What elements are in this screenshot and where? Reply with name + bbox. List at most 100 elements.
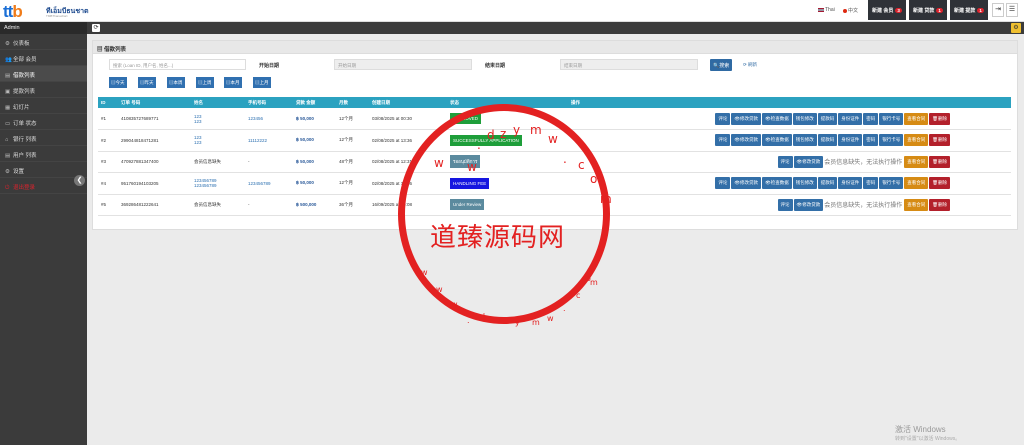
watermark-char: . [563,152,567,166]
delete-button[interactable]: 🗑删除 [929,198,950,211]
view-contract-button[interactable]: 查看合同 [904,198,929,211]
wallet-edit-button[interactable]: 钱包修改 [792,112,817,125]
delete-button[interactable]: 🗑删除 [929,155,950,168]
sidebar-item-members[interactable]: 👥全部 会员 [0,50,87,66]
view-data-button[interactable]: 👁检查数据 [762,177,792,190]
sub-bar: ⟳ ⚙ [87,22,1024,34]
sidebar-collapse-icon[interactable]: ❮ [74,175,85,186]
view-contract-button[interactable]: 查看合同 [904,177,929,190]
id-card-button[interactable]: 身份证件 [838,112,863,125]
list-icon: ▤ [5,73,11,79]
password-button[interactable]: 密码 [863,177,879,190]
comment-button[interactable]: 评论 [715,112,731,125]
cell-id: #5 [98,194,118,216]
cell-amount: ฿ 500,000 [293,194,336,216]
new-withdraw-button[interactable]: 新建 提款 1 [950,0,988,20]
cell-name[interactable]: 123 123 [191,108,245,130]
end-date-input[interactable]: 结束日期 [560,59,698,70]
withdraw-code-button[interactable]: 提款码 [817,134,838,147]
exit-icon[interactable]: ⇥ [992,3,1004,17]
search-input[interactable]: 搜索 (Loan ID, 用户名, 姓名...) [109,59,246,70]
start-date-input[interactable]: 开始日期 [334,59,472,70]
new-loan-button[interactable]: 新建 贷款 1 [909,0,947,20]
new-withdraw-count: 1 [977,8,984,13]
edit-loan-button[interactable]: 👁修改贷款 [793,198,824,211]
cell-amount: ฿ 50,000 [293,172,336,195]
password-button[interactable]: 密码 [863,134,879,147]
sidebar-item-order-status[interactable]: ▭ 订单 状态 [0,114,87,130]
comment-button[interactable]: 评论 [777,198,793,211]
watermark-char: w [451,300,458,309]
cell-order-no: 410835727689771 [118,108,191,130]
comment-button[interactable]: 评论 [777,155,793,168]
comment-button[interactable]: 评论 [715,177,731,190]
cell-name: 会员信息缺失 [191,194,245,216]
quick-last-month-button[interactable]: ▤上月 [253,77,271,88]
password-button[interactable]: 密码 [863,112,879,125]
sidebar-item-loans[interactable]: ▤ 借款列表 [0,66,87,82]
quick-this-month-button[interactable]: ▤本月 [224,77,242,88]
id-card-button[interactable]: 身份证件 [838,177,863,190]
col-name: 姓名 [191,97,245,108]
quick-today-button[interactable]: ▤今天 [109,77,127,88]
cell-name[interactable]: 123 123 [191,129,245,152]
delete-button[interactable]: 🗑删除 [929,112,950,125]
refresh-icon[interactable]: ⟳ [92,24,100,32]
quick-this-week-button[interactable]: ▤本周 [167,77,185,88]
cell-name: 会员信息缺失 [191,151,245,173]
view-contract-button[interactable]: 查看合同 [904,155,929,168]
watermark-char: w [547,314,554,323]
lang-thai[interactable]: Thai [818,7,835,13]
col-months: 月数 [336,97,369,108]
cell-months: 12个月 [336,108,369,130]
menu-icon[interactable]: ☰ [1006,3,1018,17]
edit-loan-button[interactable]: 👁修改贷款 [731,112,762,125]
cell-phone: 123456 [245,108,293,130]
gear-icon: ⚙ [5,169,10,175]
sidebar: Admin ⚙ 仪表板 👥全部 会员 ▤ 借款列表 ▣ 提款列表 ▦ 幻灯片 ▭ 订单 状… [0,22,87,445]
sidebar-item-settings[interactable]: ⚙ 设置 [0,162,87,178]
table-header-row: ID 订单 号码 姓名 手机号码 贷款 金额 月数 创建日期 状态 操作 [98,97,1011,108]
watermark-char: y [513,123,521,137]
cell-amount: ฿ 50,000 [293,108,336,130]
sidebar-item-withdrawals[interactable]: ▣ 提款列表 [0,82,87,98]
view-data-button[interactable]: 👁检查数据 [762,112,792,125]
id-card-button[interactable]: 身份证件 [838,134,863,147]
watermark-char: m [600,192,612,206]
search-button[interactable]: 🔍搜索 [710,59,733,71]
edit-loan-button[interactable]: 👁修改贷款 [731,177,762,190]
withdraw-code-button[interactable]: 提款码 [817,112,838,125]
edit-loan-button[interactable]: 👁修改贷款 [731,134,762,147]
panel-title: ▤ 借款列表 [93,41,1017,54]
delete-button[interactable]: 🗑删除 [929,134,950,147]
china-flag-icon [843,8,847,13]
comment-button[interactable]: 评论 [715,134,731,147]
cell-actions: 评论 👁修改贷款 👁检查数据 钱包修改 提款码 身份证件 密码 银行卡号 查看合同 🗑删除 [568,129,1011,152]
sidebar-item-dashboard[interactable]: ⚙ 仪表板 [0,34,87,50]
delete-button[interactable]: 🗑删除 [929,177,950,190]
watermark-char: m [590,278,598,287]
bank-card-button[interactable]: 银行卡号 [879,112,904,125]
lang-chinese[interactable]: 中文 [843,7,858,14]
view-data-button[interactable]: 👁检查数据 [762,134,792,147]
sidebar-item-slides[interactable]: ▦ 幻灯片 [0,98,87,114]
cell-name[interactable]: 123456789 123456789 [191,172,245,195]
quick-last-week-button[interactable]: ▤上周 [196,77,214,88]
wallet-edit-button[interactable]: 钱包修改 [792,177,817,190]
bank-card-button[interactable]: 银行卡号 [879,177,904,190]
quick-yesterday-button[interactable]: ▤昨天 [138,77,156,88]
edit-loan-button[interactable]: 👁修改贷款 [793,155,824,168]
settings-gear-icon[interactable]: ⚙ [1011,23,1021,33]
reset-link[interactable]: ⟳ 刷新 [743,62,757,68]
sidebar-item-users[interactable]: ▤ 用户 列表 [0,146,87,162]
new-member-button[interactable]: 新建 会员 3 [868,0,906,20]
wallet-edit-button[interactable]: 钱包修改 [792,134,817,147]
end-date-label: 结束日期 [485,63,506,69]
view-contract-button[interactable]: 查看合同 [904,112,929,125]
withdraw-code-button[interactable]: 提款码 [817,177,838,190]
bank-card-button[interactable]: 银行卡号 [879,134,904,147]
sidebar-item-banks[interactable]: ⌂ 银行 列表 [0,130,87,146]
view-contract-button[interactable]: 查看合同 [904,134,929,147]
watermark-char: w [467,160,477,174]
brand-logo[interactable]: ttb ทีเอ็มบีธนชาต TMBThanachart [3,2,93,21]
